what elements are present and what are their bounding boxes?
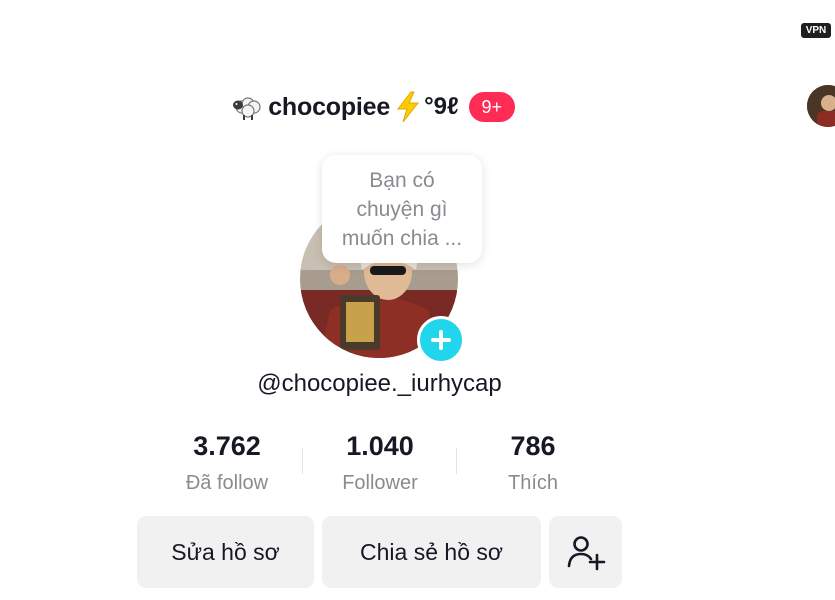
stat-divider — [456, 448, 457, 474]
add-friend-button[interactable] — [549, 516, 622, 588]
share-profile-button[interactable]: Chia sẻ hồ sơ — [322, 516, 541, 588]
stat-likes[interactable]: 786 Thích — [463, 426, 603, 500]
username-handle: @chocopiee._iurhycap — [257, 370, 502, 397]
stat-label: Thích — [507, 472, 559, 494]
note-line: muốn chia ... — [341, 226, 463, 250]
stat-following[interactable]: 3.762 Đã follow — [157, 426, 297, 500]
name-suffix: °9ℓ — [424, 93, 459, 120]
avatar-thumbnail-icon — [807, 85, 835, 127]
stat-value: 3.762 — [193, 431, 261, 461]
stat-label: Đã follow — [185, 472, 269, 494]
lightning-icon — [397, 91, 420, 123]
note-line: chuyện gì — [356, 197, 448, 221]
plus-icon — [431, 330, 451, 350]
stat-label: Follower — [342, 472, 418, 494]
display-name: chocopiee — [268, 92, 391, 121]
edit-profile-button[interactable]: Sửa hồ sơ — [137, 516, 314, 588]
stat-followers[interactable]: 1.040 Follower — [310, 426, 450, 500]
stat-divider — [302, 448, 303, 474]
sheep-icon — [233, 97, 261, 120]
profile-header: chocopiee °9ℓ 9+ — [0, 84, 745, 130]
notification-badge[interactable]: 9+ — [468, 92, 515, 122]
stat-value: 1.040 — [346, 431, 414, 461]
stat-value: 786 — [510, 431, 556, 461]
add-story-button[interactable] — [417, 316, 465, 364]
side-avatar[interactable] — [807, 85, 835, 127]
note-line: Bạn có — [369, 168, 435, 192]
note-bubble[interactable]: Bạn có chuyện gì muốn chia ... — [322, 155, 482, 263]
vpn-indicator: VPN — [801, 23, 831, 38]
add-user-icon — [567, 536, 605, 571]
